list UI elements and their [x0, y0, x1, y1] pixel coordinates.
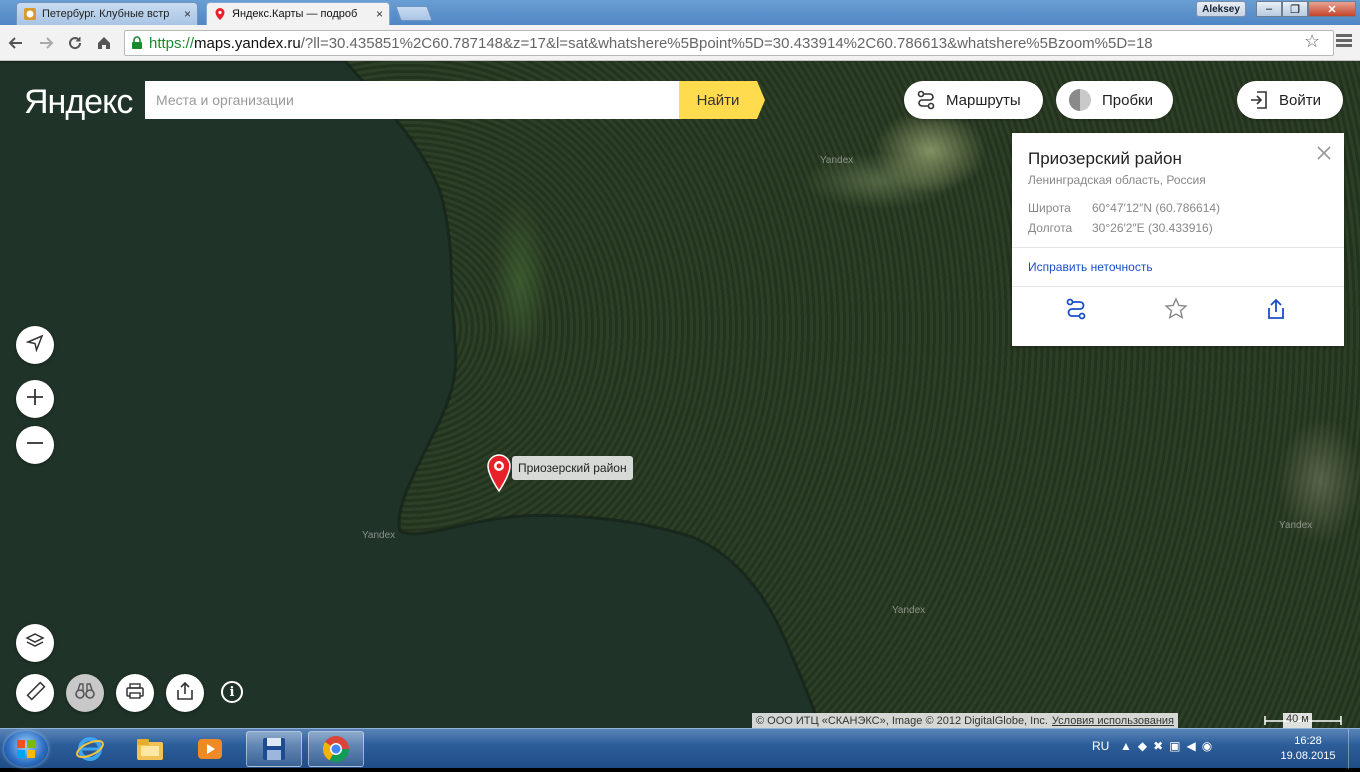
favicon-icon — [23, 7, 37, 21]
place-subtitle: Ленинградская область, Россия — [1028, 173, 1206, 187]
minus-icon — [26, 434, 44, 457]
file-explorer-icon[interactable] — [122, 731, 178, 767]
yandex-watermark: Yandex — [1279, 520, 1313, 531]
browser-menu-icon[interactable] — [1336, 32, 1352, 50]
marker-label[interactable]: Приозерский район — [512, 456, 633, 480]
scale-bar: 40 м — [1263, 713, 1343, 728]
url-scheme: https:// — [149, 34, 195, 52]
tab-close-icon[interactable]: × — [376, 7, 383, 21]
search-input[interactable] — [145, 81, 679, 119]
routes-label: Маршруты — [946, 91, 1021, 109]
traffic-label: Пробки — [1102, 91, 1153, 109]
share-icon — [175, 681, 195, 706]
windows-taskbar: RU ▲◆✖▣◀◉ 16:28 19.08.2015 — [0, 728, 1360, 769]
route-icon — [916, 90, 936, 110]
login-label: Войти — [1279, 91, 1321, 109]
copyright-bar: © ООО ИТЦ «СКАНЭКС», Image © 2012 Digita… — [752, 713, 1178, 728]
media-player-icon[interactable] — [182, 731, 238, 767]
tab-title: Петербург. Клубные встр — [42, 8, 170, 20]
window-close-button[interactable]: ✕ — [1308, 1, 1356, 17]
minimize-button[interactable]: – — [1256, 1, 1282, 17]
bookmark-star-icon[interactable] — [1162, 295, 1190, 323]
place-info-card: Приозерский район Ленинградская область,… — [1012, 133, 1344, 346]
back-arrow-icon[interactable] — [4, 31, 28, 55]
yandex-watermark: Yandex — [820, 155, 854, 166]
divider — [1012, 286, 1344, 287]
map-pin-favicon-icon — [213, 7, 227, 21]
clock[interactable]: 16:28 19.08.2015 — [1276, 734, 1340, 764]
yandex-logo[interactable]: Яндекс — [24, 83, 133, 122]
tab-title: Яндекс.Карты — подроб — [232, 8, 358, 20]
start-button[interactable] — [4, 731, 48, 767]
copyright-text: © ООО ИТЦ «СКАНЭКС», Image © 2012 Digita… — [756, 714, 1048, 727]
bookmark-star-icon[interactable]: ☆ — [1304, 31, 1320, 52]
route-to-icon[interactable] — [1062, 295, 1090, 323]
longitude-value: 30°26′2″E (30.433916) — [1092, 221, 1213, 235]
maximize-button[interactable]: ❐ — [1282, 1, 1308, 17]
satellite-map[interactable]: Yandex Yandex Yandex Yandex Яндекс Найти… — [0, 61, 1360, 728]
routes-button[interactable]: Маршруты — [904, 81, 1043, 119]
chrome-icon[interactable] — [308, 731, 364, 767]
system-tray-icons[interactable]: ▲◆✖▣◀◉ — [1120, 739, 1218, 753]
latitude-value: 60°47′12″N (60.786614) — [1092, 201, 1221, 215]
place-title: Приозерский район — [1028, 149, 1182, 168]
new-tab-button[interactable] — [395, 6, 433, 21]
input-language[interactable]: RU — [1092, 739, 1109, 753]
terms-link[interactable]: Условия использования — [1052, 715, 1174, 727]
layers-button[interactable] — [16, 624, 54, 662]
latitude-label: Широта — [1028, 201, 1071, 215]
save-app-icon[interactable] — [246, 731, 302, 767]
divider — [1012, 247, 1344, 248]
tab-peterburg[interactable]: Петербург. Клубные встр × — [16, 2, 198, 25]
traffic-light-icon — [1068, 88, 1092, 112]
close-icon[interactable] — [1314, 143, 1334, 163]
tab-close-icon[interactable]: × — [184, 7, 191, 21]
zoom-out-button[interactable] — [16, 426, 54, 464]
longitude-label: Долгота — [1028, 221, 1073, 235]
share-icon[interactable] — [1262, 295, 1290, 323]
traffic-button[interactable]: Пробки — [1056, 81, 1173, 119]
lock-icon — [131, 36, 143, 50]
locate-me-button[interactable] — [16, 326, 54, 364]
layers-icon — [25, 631, 45, 656]
clock-time: 16:28 — [1294, 735, 1322, 747]
browser-tab-strip: Петербург. Клубные встр × Яндекс.Карты —… — [0, 0, 1360, 25]
map-marker-icon[interactable] — [485, 453, 513, 493]
address-bar[interactable]: https://maps.yandex.ru/?ll=30.435851%2C6… — [124, 30, 1334, 56]
login-button[interactable]: Войти — [1237, 81, 1343, 119]
login-icon — [1249, 90, 1269, 110]
ruler-icon — [24, 680, 46, 707]
ruler-button[interactable] — [16, 674, 54, 712]
search-button[interactable]: Найти — [679, 81, 757, 119]
reload-icon[interactable] — [63, 31, 87, 55]
forward-arrow-icon[interactable] — [34, 31, 58, 55]
profile-button[interactable]: Aleksey — [1196, 1, 1246, 17]
plus-icon — [26, 388, 44, 411]
url-path: /?ll=30.435851%2C60.787148&z=17&l=sat&wh… — [300, 34, 1153, 52]
browser-toolbar: https://maps.yandex.ru/?ll=30.435851%2C6… — [0, 25, 1360, 61]
yandex-watermark: Yandex — [892, 605, 926, 616]
internet-explorer-icon[interactable] — [62, 731, 118, 767]
navigation-arrow-icon — [25, 334, 44, 357]
show-desktop-button[interactable] — [1348, 729, 1360, 769]
tab-yandex-maps[interactable]: Яндекс.Карты — подроб × — [206, 2, 390, 25]
search-button-arrow — [757, 81, 765, 119]
print-button[interactable] — [116, 674, 154, 712]
info-icon[interactable]: i — [221, 681, 243, 703]
yandex-watermark: Yandex — [362, 530, 396, 541]
zoom-in-button[interactable] — [16, 380, 54, 418]
url-host: maps.yandex.ru — [194, 34, 301, 52]
report-error-link[interactable]: Исправить неточность — [1028, 260, 1153, 274]
panorama-button[interactable] — [66, 674, 104, 712]
printer-icon — [125, 681, 145, 706]
share-button[interactable] — [166, 674, 204, 712]
binoculars-icon — [74, 682, 96, 705]
scale-label: 40 м — [1283, 713, 1312, 728]
clock-date: 19.08.2015 — [1280, 750, 1336, 762]
home-icon[interactable] — [92, 31, 116, 55]
